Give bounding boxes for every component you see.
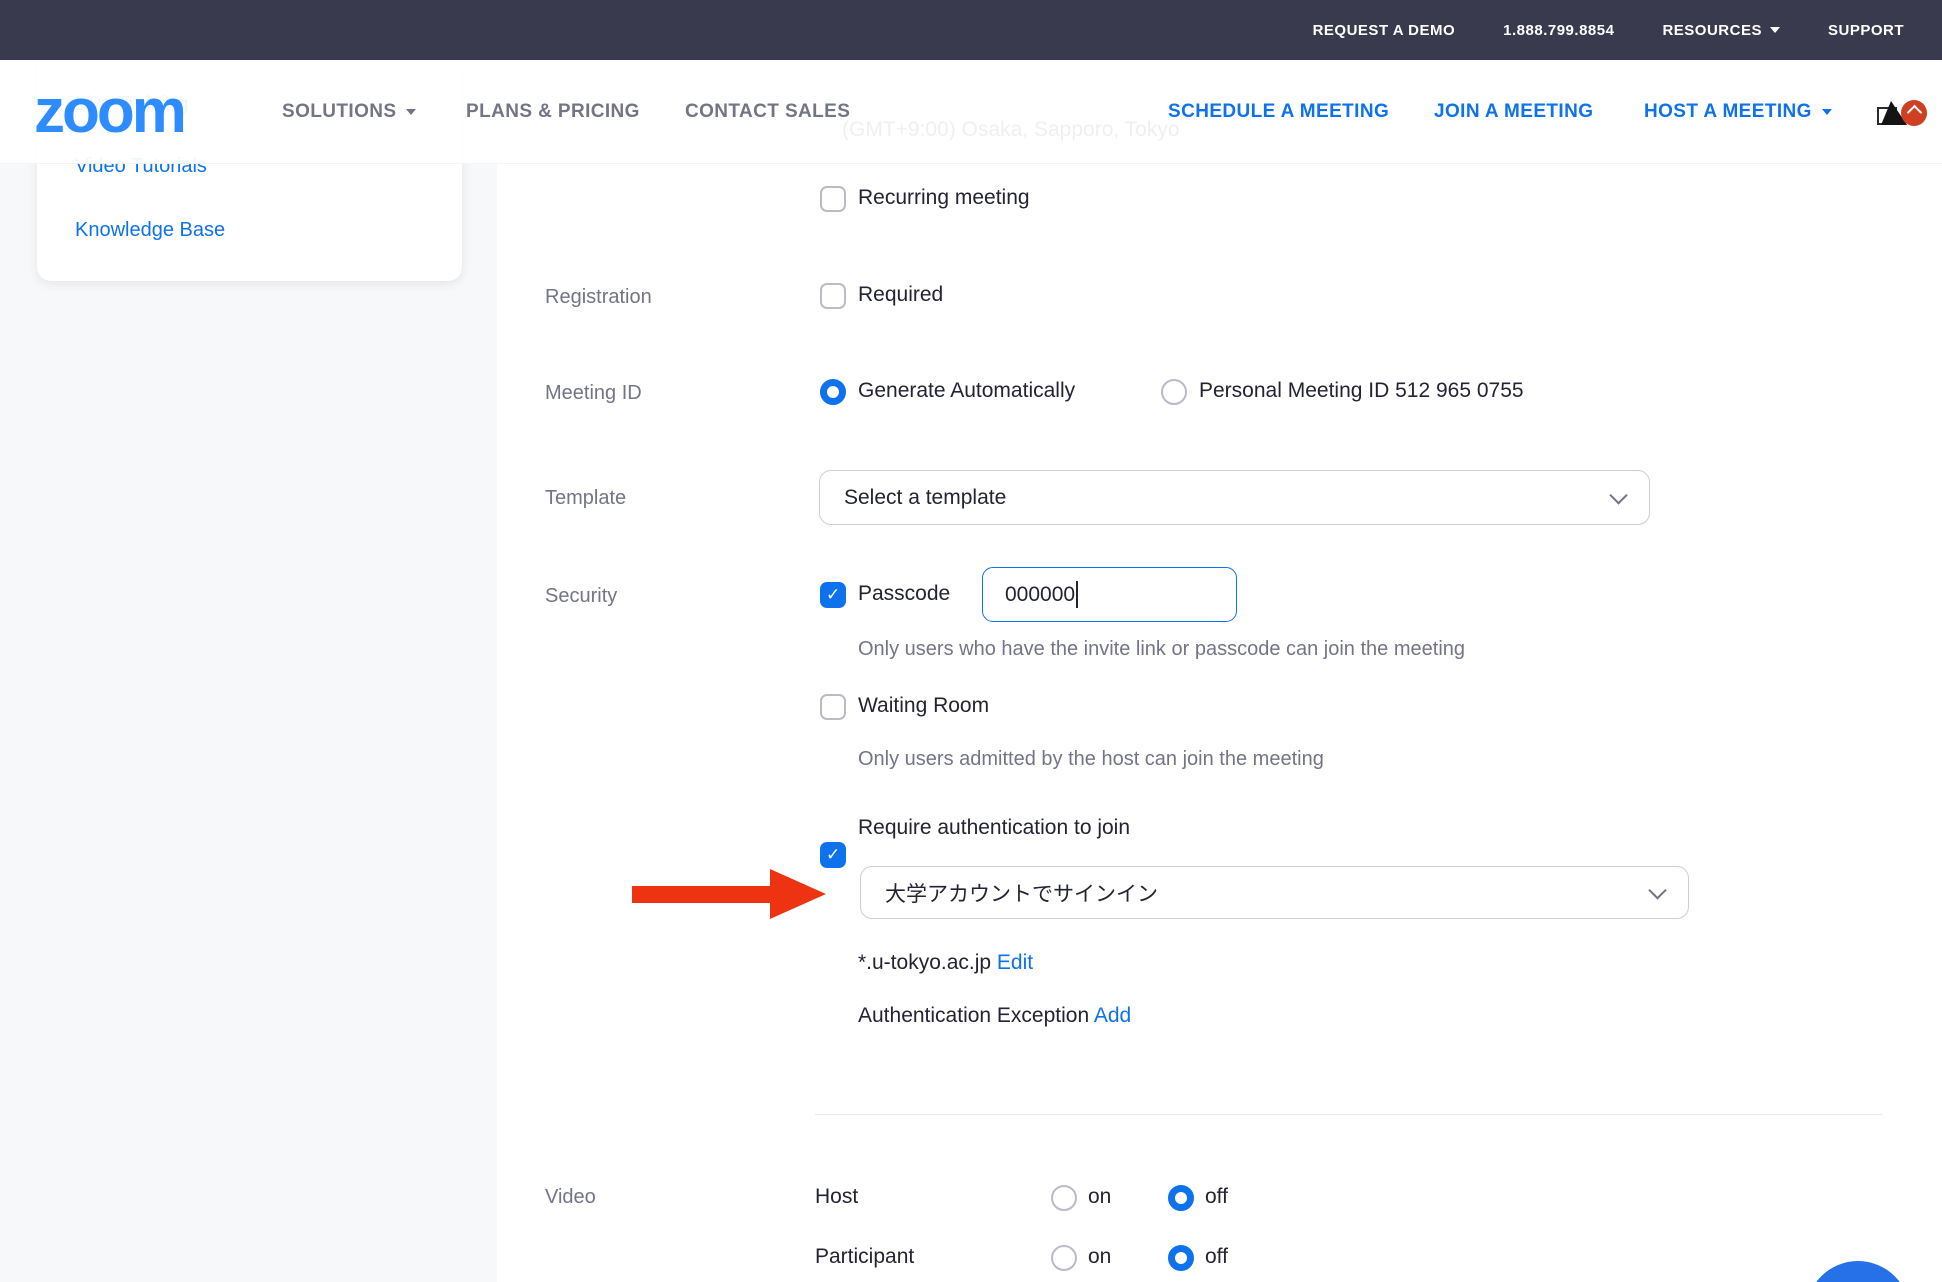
registration-required-label[interactable]: Required [858,283,943,307]
request-demo-link[interactable]: REQUEST A DEMO [1313,22,1456,39]
video-host-label: Host [815,1185,858,1209]
participant-video-off-label[interactable]: off [1205,1245,1228,1269]
require-auth-checkbox[interactable] [820,842,846,868]
template-select[interactable]: Select a template [819,470,1650,525]
phone-number[interactable]: 1.888.799.8854 [1503,22,1614,39]
waiting-room-label[interactable]: Waiting Room [858,694,989,718]
host-meeting-menu[interactable]: HOST A MEETING [1644,101,1832,123]
top-utility-bar: REQUEST A DEMO 1.888.799.8854 RESOURCES … [0,0,1942,60]
template-select-value: Select a template [844,486,1006,510]
recurring-meeting-label[interactable]: Recurring meeting [858,186,1030,210]
registration-required-checkbox[interactable] [820,283,846,309]
participant-video-off-radio[interactable] [1168,1245,1194,1271]
recurring-meeting-checkbox[interactable] [820,186,846,212]
passcode-checkbox[interactable] [820,582,846,608]
passcode-input[interactable]: 000000 [982,567,1237,622]
auth-method-select[interactable]: 大学アカウントでサインイン [860,866,1689,919]
personal-meeting-id-radio[interactable] [1161,379,1187,405]
resources-label: RESOURCES [1662,22,1762,39]
video-row-label: Video [545,1186,596,1209]
chevron-down-icon [1648,881,1666,899]
host-video-off-radio[interactable] [1168,1185,1194,1211]
zoom-schedule-meeting-page: Live Training Video Tutorials Knowledge … [0,0,1942,1282]
chevron-down-icon [406,109,416,115]
auth-domain-value: *.u-tokyo.ac.jp [858,951,991,974]
red-arrow-annotation-head [770,869,826,919]
require-auth-label[interactable]: Require authentication to join [858,816,1130,840]
nav-solutions-label: SOLUTIONS [282,101,396,123]
nav-plans-pricing[interactable]: PLANS & PRICING [466,101,640,123]
chevron-down-icon [1822,109,1832,115]
edit-link[interactable]: Edit [997,951,1033,974]
auth-domain-row: *.u-tokyo.ac.jp Edit [858,951,1033,975]
passcode-help-text: Only users who have the invite link or p… [858,638,1465,661]
passcode-value: 000000 [1005,583,1075,607]
text-cursor [1076,581,1078,608]
passcode-label[interactable]: Passcode [858,582,950,606]
section-divider [815,1114,1882,1115]
personal-meeting-id-label[interactable]: Personal Meeting ID 512 965 0755 [1199,379,1524,403]
avatar[interactable] [1875,96,1929,128]
host-video-on-label[interactable]: on [1088,1185,1111,1209]
meeting-id-row-label: Meeting ID [545,382,642,405]
waiting-room-help-text: Only users admitted by the host can join… [858,748,1324,771]
support-link[interactable]: SUPPORT [1828,22,1904,39]
chevron-down-icon [1770,27,1780,33]
main-header: zoom SOLUTIONS PLANS & PRICING CONTACT S… [0,60,1942,164]
generate-automatically-radio[interactable] [820,379,846,405]
host-video-on-radio[interactable] [1051,1185,1077,1211]
participant-video-on-label[interactable]: on [1088,1245,1111,1269]
participant-video-on-radio[interactable] [1051,1245,1077,1271]
schedule-meeting-link[interactable]: SCHEDULE A MEETING [1168,101,1389,123]
host-meeting-label: HOST A MEETING [1644,101,1812,123]
add-link[interactable]: Add [1094,1004,1131,1027]
nav-solutions[interactable]: SOLUTIONS [282,101,416,123]
sidebar-item-knowledge-base[interactable]: Knowledge Base [75,219,225,242]
nav-contact-sales[interactable]: CONTACT SALES [685,101,850,123]
security-row-label: Security [545,585,617,608]
waiting-room-checkbox[interactable] [820,694,846,720]
join-meeting-link[interactable]: JOIN A MEETING [1434,101,1593,123]
registration-row-label: Registration [545,286,652,309]
zoom-logo[interactable]: zoom [34,81,184,143]
auth-exception-row: Authentication Exception Add [858,1004,1131,1028]
resources-menu[interactable]: RESOURCES [1662,22,1780,39]
red-arrow-annotation-shaft [632,886,772,903]
chevron-down-icon [1609,486,1627,504]
video-participant-label: Participant [815,1245,914,1269]
host-video-off-label[interactable]: off [1205,1185,1228,1209]
auth-exception-label: Authentication Exception [858,1004,1089,1027]
help-fab-button[interactable] [1806,1261,1910,1282]
generate-automatically-label[interactable]: Generate Automatically [858,379,1075,403]
template-row-label: Template [545,487,626,510]
auth-method-value: 大学アカウントでサインイン [885,878,1158,908]
